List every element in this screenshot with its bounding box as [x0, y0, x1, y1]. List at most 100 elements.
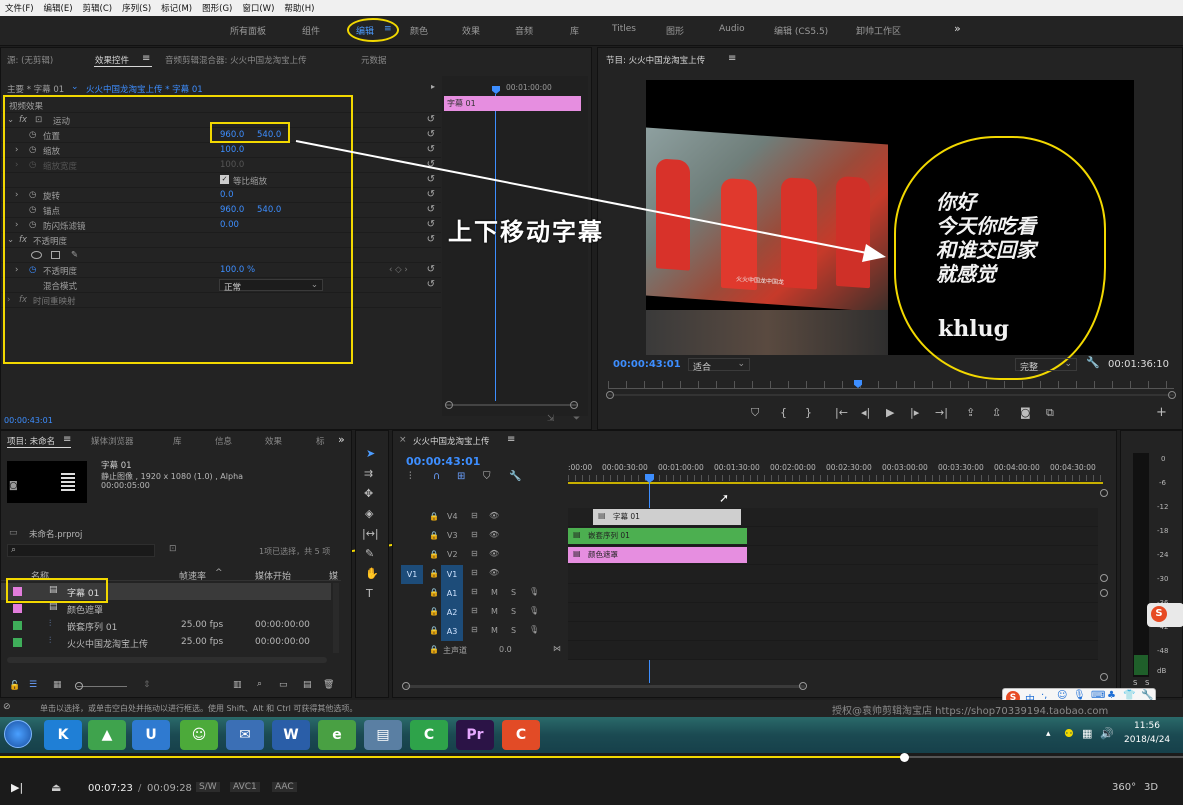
player-progress-handle[interactable]: [899, 753, 909, 762]
solo-button[interactable]: S: [511, 626, 516, 635]
microphone-icon[interactable]: 🎙: [529, 587, 539, 596]
selection-tool-icon[interactable]: ➤: [366, 447, 375, 460]
sync-lock-icon[interactable]: ⊟: [471, 587, 478, 596]
col-media-end[interactable]: 媒: [329, 569, 338, 582]
ec-scroll-handle-left[interactable]: [445, 401, 453, 409]
taskbar-app-green[interactable]: ▲: [88, 720, 126, 750]
workspace-editing-cs55[interactable]: 编辑 (CS5.5): [774, 24, 828, 37]
lock-icon[interactable]: 🔓: [9, 681, 20, 691]
find-icon[interactable]: ⌕: [257, 679, 262, 689]
sort-ascending-icon[interactable]: ^: [215, 568, 223, 578]
type-tool-icon[interactable]: T: [366, 587, 373, 600]
lift-icon[interactable]: ⇪: [966, 406, 975, 419]
poster-frame-icon[interactable]: ◙: [9, 481, 18, 491]
microphone-icon[interactable]: 🎙: [529, 625, 539, 634]
tab-markers[interactable]: 标: [316, 435, 325, 447]
panel-menu-icon[interactable]: ≡: [63, 434, 71, 445]
floating-widget[interactable]: S: [1147, 603, 1183, 627]
play-clip-icon[interactable]: ▸: [431, 82, 435, 91]
tab-effect-controls[interactable]: 效果控件: [95, 54, 129, 66]
label-color-swatch[interactable]: [13, 604, 22, 613]
track-target-v1[interactable]: V1: [441, 565, 463, 584]
lock-icon[interactable]: 🔒: [429, 588, 439, 597]
lock-icon[interactable]: 🔒: [429, 550, 439, 559]
close-tab-icon[interactable]: ×: [399, 435, 407, 445]
workspace-audio[interactable]: 音频: [515, 24, 533, 37]
fit-select[interactable]: 适合 ⌄: [688, 358, 750, 373]
workspace-custom[interactable]: 卸帅工作区: [856, 24, 901, 37]
timeline-v-scroll-handle[interactable]: [1100, 574, 1108, 582]
meter-solo-right[interactable]: S: [1145, 679, 1149, 687]
timeline-h-scroll-handle-right[interactable]: [799, 682, 807, 690]
timeline-h-scroll-handle-left[interactable]: [402, 682, 410, 690]
tray-expand-icon[interactable]: ▴: [1046, 729, 1051, 739]
mark-out-icon[interactable]: }: [805, 406, 812, 419]
menu-help[interactable]: 帮助(H): [279, 2, 319, 14]
step-back-icon[interactable]: ◂|: [861, 406, 870, 419]
timeline-v-scroll-handle[interactable]: [1100, 673, 1108, 681]
taskbar-app-browser[interactable]: e: [318, 720, 356, 750]
clock-time[interactable]: 11:56: [1134, 721, 1160, 731]
snap-icon[interactable]: ∩: [433, 471, 440, 482]
taskbar-app-word[interactable]: W: [272, 720, 310, 750]
lock-icon[interactable]: 🔒: [429, 569, 439, 578]
reset-icon[interactable]: ↺: [427, 144, 435, 155]
program-zoom-handle-right[interactable]: [1168, 391, 1176, 399]
slider-handle[interactable]: [75, 682, 83, 690]
ec-sequence-clip[interactable]: 火火中国龙淘宝上传 * 字幕 01: [86, 83, 203, 95]
workspace-overflow-icon[interactable]: »: [954, 22, 961, 35]
menu-window[interactable]: 窗口(W): [237, 2, 279, 14]
track-target-a2[interactable]: A2: [441, 603, 463, 622]
menu-file[interactable]: 文件(F): [0, 2, 39, 14]
tab-timeline-sequence[interactable]: 火火中国龙淘宝上传: [413, 435, 490, 447]
project-vertical-scrollbar[interactable]: [333, 583, 339, 653]
tab-media-browser[interactable]: 媒体浏览器: [91, 435, 134, 447]
program-zoom-bar[interactable]: [608, 394, 1174, 396]
taskbar-app-mail[interactable]: ✉: [226, 720, 264, 750]
new-bin-icon[interactable]: ▭: [279, 680, 288, 690]
reset-icon[interactable]: ↺: [427, 264, 435, 275]
ec-current-timecode[interactable]: 00:00:43:01: [4, 416, 53, 425]
timeline-v-scroll-handle[interactable]: [1100, 489, 1108, 497]
thumbnail-size-slider[interactable]: [77, 686, 127, 687]
ec-scrollbar[interactable]: [446, 404, 578, 406]
ec-master-clip[interactable]: 主要 * 字幕 01: [7, 83, 64, 95]
add-marker-icon[interactable]: ⛉: [483, 471, 491, 482]
panel-menu-icon[interactable]: ≡: [728, 53, 736, 64]
eye-icon[interactable]: 👁: [489, 511, 499, 520]
windows-start-button[interactable]: [4, 720, 32, 748]
quality-select[interactable]: 完整 ⌄: [1015, 358, 1077, 373]
track-select-tool-icon[interactable]: ⇉: [364, 467, 373, 480]
taskbar-app-u[interactable]: U: [132, 720, 170, 750]
program-monitor-title[interactable]: 节目: 火火中国龙淘宝上传: [606, 54, 705, 66]
solo-button[interactable]: S: [511, 588, 516, 597]
program-time-ruler[interactable]: [608, 381, 1174, 389]
ec-scroll-handle-right[interactable]: [570, 401, 578, 409]
menu-marker[interactable]: 标记(M): [156, 2, 197, 14]
keyframe-nav-icon[interactable]: ‹ ◇ ›: [389, 265, 408, 275]
source-patch-v1[interactable]: V1: [401, 565, 423, 584]
clip-nested-sequence-v3[interactable]: 嵌套序列 01: [568, 528, 747, 544]
add-button-icon[interactable]: +: [1156, 405, 1167, 420]
reset-icon[interactable]: ↺: [427, 189, 435, 200]
go-to-out-icon[interactable]: →|: [935, 406, 948, 419]
taskbar-app-premiere[interactable]: Pr: [456, 720, 494, 750]
eye-icon[interactable]: 👁: [489, 568, 499, 577]
stereo-3d-icon[interactable]: 3D: [1144, 782, 1158, 793]
program-zoom-handle-left[interactable]: [606, 391, 614, 399]
player-progress-track[interactable]: [0, 756, 1183, 758]
reset-icon[interactable]: ↺: [427, 219, 435, 230]
workspace-effects[interactable]: 效果: [462, 24, 480, 37]
eject-icon[interactable]: ⏏: [51, 781, 61, 794]
lock-icon[interactable]: 🔒: [429, 645, 439, 654]
menu-edit[interactable]: 编辑(E): [39, 2, 78, 14]
sogou-logo-icon[interactable]: S: [1151, 606, 1167, 622]
export-frame-icon[interactable]: ⇲: [547, 414, 555, 424]
clip-title-v4[interactable]: 字幕 01: [593, 509, 741, 525]
new-item-icon[interactable]: ▤: [303, 680, 312, 690]
menu-sequence[interactable]: 序列(S): [117, 2, 156, 14]
workspace-libraries[interactable]: 库: [570, 24, 579, 37]
reset-icon[interactable]: ↺: [427, 204, 435, 215]
ripple-edit-tool-icon[interactable]: ✥: [364, 487, 373, 500]
label-color-swatch[interactable]: [13, 638, 22, 647]
